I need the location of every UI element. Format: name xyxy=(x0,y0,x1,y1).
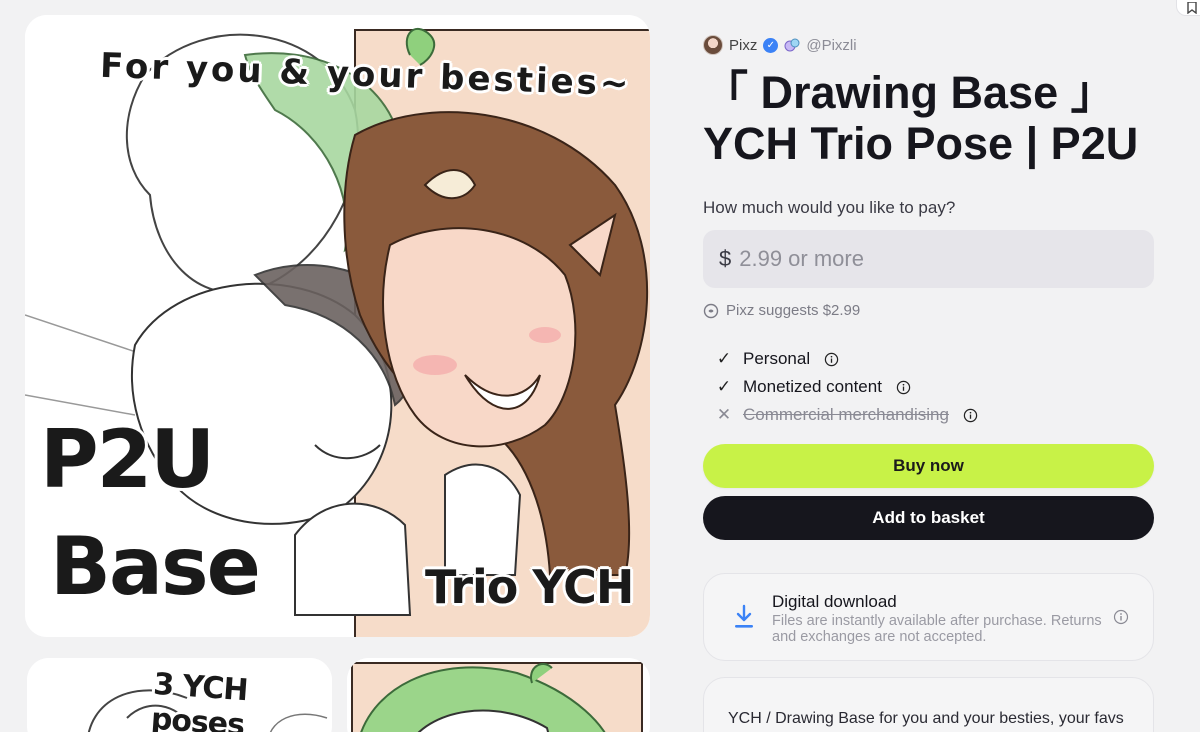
buy-now-button[interactable]: Buy now xyxy=(703,444,1154,488)
verified-check-icon: ✓ xyxy=(763,37,779,53)
gallery-thumbnail-2[interactable] xyxy=(347,658,650,732)
creator-row[interactable]: Pixz ✓ @Pixzli xyxy=(703,35,857,55)
gallery-thumbnail-1[interactable]: 3 YCH poses xyxy=(27,658,332,732)
download-icon xyxy=(735,604,753,628)
cross-icon: ✕ xyxy=(716,405,732,424)
info-icon[interactable] xyxy=(824,352,839,367)
artwork-badge-trio: Trio YCH xyxy=(425,560,634,614)
creator-name[interactable]: Pixz xyxy=(729,37,757,54)
info-icon[interactable] xyxy=(963,408,978,423)
digital-download-card: Digital download Files are instantly ava… xyxy=(703,573,1154,661)
product-title: 「 Drawing Base 」YCH Trio Pose | P2U xyxy=(703,67,1139,169)
license-label: Personal xyxy=(743,349,811,368)
thumbnail-artwork-2 xyxy=(347,658,650,732)
license-label: Monetized content xyxy=(743,377,882,396)
info-icon[interactable] xyxy=(896,380,911,395)
price-input[interactable] xyxy=(739,246,1120,272)
artwork-badge-base: Base xyxy=(50,520,261,613)
price-suggestion: Pixz suggests $2.99 xyxy=(703,302,860,319)
price-input-box[interactable]: $ xyxy=(703,230,1154,288)
suggestion-icon xyxy=(703,303,719,318)
creator-avatar[interactable] xyxy=(703,35,723,55)
suggestion-text: Pixz suggests $2.99 xyxy=(726,302,861,319)
pay-question: How much would you like to pay? xyxy=(703,198,956,217)
product-description: YCH / Drawing Base for you and your best… xyxy=(728,710,1124,727)
license-label: Commercial merchandising xyxy=(743,405,949,424)
license-item-personal: ✓ Personal xyxy=(715,345,978,373)
license-list: ✓ Personal ✓ Monetized content ✕ Commerc… xyxy=(715,345,978,429)
license-item-commercial: ✕ Commercial merchandising xyxy=(715,401,978,429)
creator-badge-icon xyxy=(784,38,800,52)
add-to-basket-button[interactable]: Add to basket xyxy=(703,496,1154,540)
bookmark-icon xyxy=(1187,2,1197,14)
artwork-badge-p2u: P2U xyxy=(40,413,215,506)
check-icon: ✓ xyxy=(716,349,732,368)
download-title: Digital download xyxy=(772,592,897,611)
product-panel: Pixz ✓ @Pixzli 「 Drawing Base 」YCH Trio … xyxy=(703,0,1155,732)
check-icon: ✓ xyxy=(716,377,732,396)
info-icon[interactable] xyxy=(1113,609,1129,625)
product-gallery: For you & your besties~ P2U Base Trio YC… xyxy=(0,0,680,732)
download-description: Files are instantly available after purc… xyxy=(772,613,1102,645)
license-item-monetized: ✓ Monetized content xyxy=(715,373,978,401)
thumbnail-caption: 3 YCH poses xyxy=(149,666,249,732)
bookmark-button[interactable] xyxy=(1176,0,1200,16)
currency-symbol: $ xyxy=(719,246,732,271)
main-product-image[interactable]: For you & your besties~ P2U Base Trio YC… xyxy=(25,15,650,637)
creator-handle[interactable]: @Pixzli xyxy=(806,37,856,54)
product-description-card: YCH / Drawing Base for you and your best… xyxy=(703,677,1154,732)
